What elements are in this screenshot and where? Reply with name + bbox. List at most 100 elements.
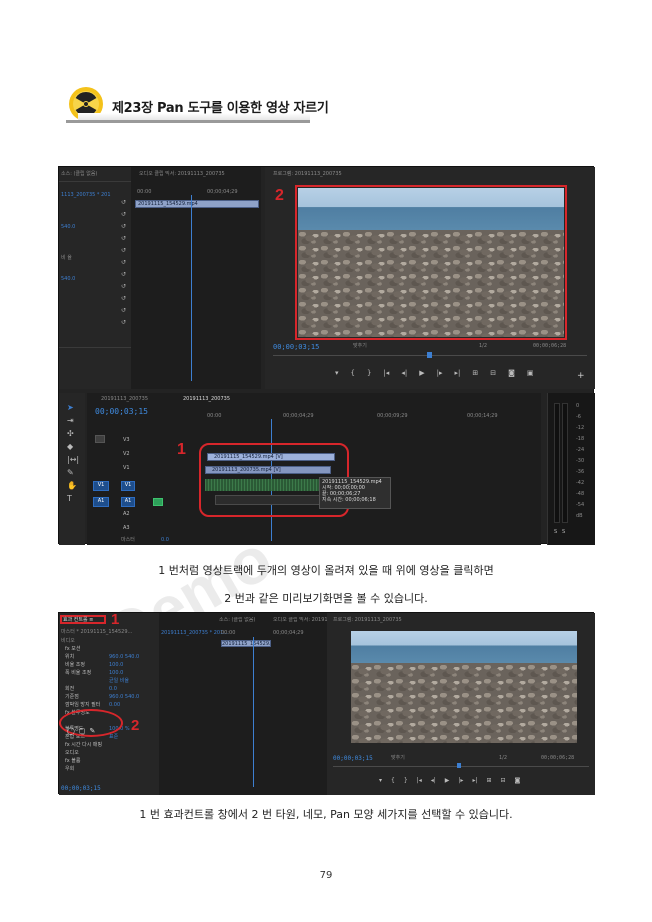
- hand-tool-icon[interactable]: ✋: [67, 479, 85, 492]
- camera-icon[interactable]: ◙: [515, 777, 521, 784]
- playhead-marker-icon[interactable]: [457, 763, 461, 768]
- effect-row[interactable]: fx 시간 다시 매핑: [59, 741, 159, 749]
- program-monitor: 프로그램: 20191113_200735 2 00;00;03;15 맞추기 …: [265, 167, 595, 389]
- solo-button[interactable]: S: [554, 529, 557, 535]
- source-panel-tab[interactable]: 소스: (클립 없음): [61, 171, 97, 177]
- mark-in-icon[interactable]: {: [391, 777, 395, 784]
- source-patch-v1[interactable]: V1: [93, 481, 109, 491]
- selection-tool-icon[interactable]: ➤: [67, 401, 85, 414]
- timeline-panel: 20191113_200735 20191113_200735 00;00;03…: [87, 393, 541, 545]
- step-back-icon[interactable]: ◂|: [431, 777, 436, 784]
- extract-icon[interactable]: ⊟: [501, 777, 506, 784]
- timeline-tab-active[interactable]: 20191113_200735: [183, 396, 230, 402]
- mute-toggle-a1[interactable]: [153, 498, 163, 506]
- effect-row-value[interactable]: 100.0: [109, 662, 123, 668]
- effect-clip[interactable]: 20191115_154529.mp4: [221, 640, 271, 647]
- play-icon[interactable]: ▶: [445, 777, 450, 784]
- program-fit-select[interactable]: 맞추기: [391, 755, 405, 761]
- effect-row-value[interactable]: 960.0 540.0: [109, 654, 139, 660]
- effect-controls-tab[interactable]: 효과 컨트롤 ≡: [60, 615, 106, 624]
- mini-clip[interactable]: 20191115_154529.mp4: [135, 200, 259, 208]
- marker-icon[interactable]: ▾: [379, 777, 382, 784]
- effect-row[interactable]: 균일 비율: [59, 677, 159, 685]
- meter-scale-label: -24: [576, 447, 585, 453]
- mark-out-icon[interactable]: }: [404, 777, 408, 784]
- keyframe-icons: ↺ ↺ ↺ ↺ ↺ ↺ ↺ ↺ ↺ ↺ ↺: [121, 199, 127, 326]
- program-tab[interactable]: 프로그램: 20191113_200735: [273, 171, 342, 177]
- program-tab[interactable]: 프로그램: 20191113_200735: [333, 617, 402, 623]
- effect-row[interactable]: 깜박임 방지 필터 0.00: [59, 701, 159, 709]
- mark-in-icon[interactable]: {: [351, 369, 355, 379]
- track-name[interactable]: A2: [123, 511, 130, 517]
- effect-row-value[interactable]: 0.00: [109, 702, 120, 708]
- effect-row[interactable]: 오디오: [59, 749, 159, 757]
- master-value: 0.0: [161, 537, 169, 543]
- effect-row[interactable]: 기준점 960.0 540.0: [59, 693, 159, 701]
- clip-v1[interactable]: 20191113_200735.mp4 [V]: [205, 466, 331, 474]
- add-button-icon[interactable]: +: [577, 371, 585, 381]
- lift-icon[interactable]: ⊞: [486, 777, 491, 784]
- rectangle-mask-icon[interactable]: ▢: [79, 727, 86, 735]
- camera-icon[interactable]: ◙: [508, 369, 515, 379]
- ripple-edit-icon[interactable]: ✣: [67, 427, 85, 440]
- timeline-tab[interactable]: 20191113_200735: [101, 396, 148, 402]
- audio-mixer-tab[interactable]: 오디오 클립 믹서: 20191113_200735: [139, 171, 225, 177]
- effect-row[interactable]: 비율 조정 100.0: [59, 661, 159, 669]
- slip-tool-icon[interactable]: |↔|: [67, 453, 85, 466]
- lift-icon[interactable]: ⊞: [472, 369, 478, 379]
- transport-controls: ▾ { } |◂ ◂| ▶ |▸ ▸| ⊞ ⊟ ◙ ▣: [335, 369, 585, 379]
- play-icon[interactable]: ▶: [419, 369, 424, 379]
- go-to-out-icon[interactable]: ▸|: [454, 369, 460, 379]
- effect-row[interactable]: 폭 비율 조정 100.0: [59, 669, 159, 677]
- source-patch-a1[interactable]: A1: [93, 497, 109, 507]
- program-resolution-select[interactable]: 1/2: [499, 755, 507, 761]
- section-video: 비디오: [61, 638, 75, 644]
- effect-row[interactable]: 회전 0.0: [59, 685, 159, 693]
- audio-waveform: [205, 479, 321, 491]
- playhead-marker-icon[interactable]: [427, 352, 432, 358]
- clip-v2[interactable]: 20191115_154529.mp4 [V]: [207, 453, 335, 461]
- mixer-tab[interactable]: 오디오 클립 믹서: 20191113_200735: [273, 617, 327, 623]
- marker-icon[interactable]: ▾: [335, 369, 339, 379]
- effect-row[interactable]: 위치 960.0 540.0: [59, 653, 159, 661]
- ruler-label: 00;00;14;29: [467, 413, 498, 419]
- effect-row-value[interactable]: 표준: [109, 734, 118, 740]
- step-forward-icon[interactable]: |▸: [437, 369, 443, 379]
- step-back-icon[interactable]: ◂|: [401, 369, 407, 379]
- effect-row-value[interactable]: 100.0: [109, 670, 123, 676]
- track-target-v1[interactable]: V1: [121, 481, 135, 491]
- pen-mask-icon[interactable]: ✎: [89, 727, 95, 735]
- effect-row-value[interactable]: 960.0 540.0: [109, 694, 139, 700]
- effect-row[interactable]: fx 볼륨: [59, 757, 159, 765]
- pen-tool-icon[interactable]: ✎: [67, 466, 85, 479]
- program-fit-select[interactable]: 맞추기: [353, 343, 367, 349]
- track-select-icon[interactable]: ⇥: [67, 414, 85, 427]
- left-list-item: 1113_200735 * 201: [61, 192, 111, 198]
- track-target-a1[interactable]: A1: [121, 497, 135, 507]
- export-icon[interactable]: ▣: [527, 369, 534, 379]
- effect-row[interactable]: 우회: [59, 765, 159, 773]
- type-tool-icon[interactable]: T: [67, 492, 85, 505]
- go-to-in-icon[interactable]: |◂: [417, 777, 422, 784]
- program-resolution-select[interactable]: 1/2: [479, 343, 487, 349]
- track-name[interactable]: V2: [123, 451, 130, 457]
- effect-row[interactable]: fx 모션: [59, 645, 159, 653]
- extract-icon[interactable]: ⊟: [490, 369, 496, 379]
- track-name[interactable]: A3: [123, 525, 130, 531]
- program-monitor-2: 프로그램: 20191113_200735 00;00;03;15 맞추기 1/…: [327, 613, 595, 795]
- effect-row-value[interactable]: 0.0: [109, 686, 117, 692]
- track-name[interactable]: V3: [123, 437, 130, 443]
- source-tab[interactable]: 소스: (클립 없음): [219, 617, 269, 623]
- mark-out-icon[interactable]: }: [367, 369, 371, 379]
- master-label: 마스터: [121, 537, 135, 543]
- go-to-in-icon[interactable]: |◂: [383, 369, 389, 379]
- ellipse-mask-icon[interactable]: ◯: [67, 727, 75, 735]
- program-scrub-bar[interactable]: [333, 766, 589, 767]
- track-name[interactable]: V1: [123, 465, 130, 471]
- go-to-out-icon[interactable]: ▸|: [472, 777, 477, 784]
- effect-row-label: 폭 비율 조정: [65, 670, 92, 676]
- effect-row-value[interactable]: 균일 비율: [109, 678, 129, 684]
- razor-tool-icon[interactable]: ◆: [67, 440, 85, 453]
- solo-button[interactable]: S: [562, 529, 565, 535]
- step-forward-icon[interactable]: |▸: [458, 777, 463, 784]
